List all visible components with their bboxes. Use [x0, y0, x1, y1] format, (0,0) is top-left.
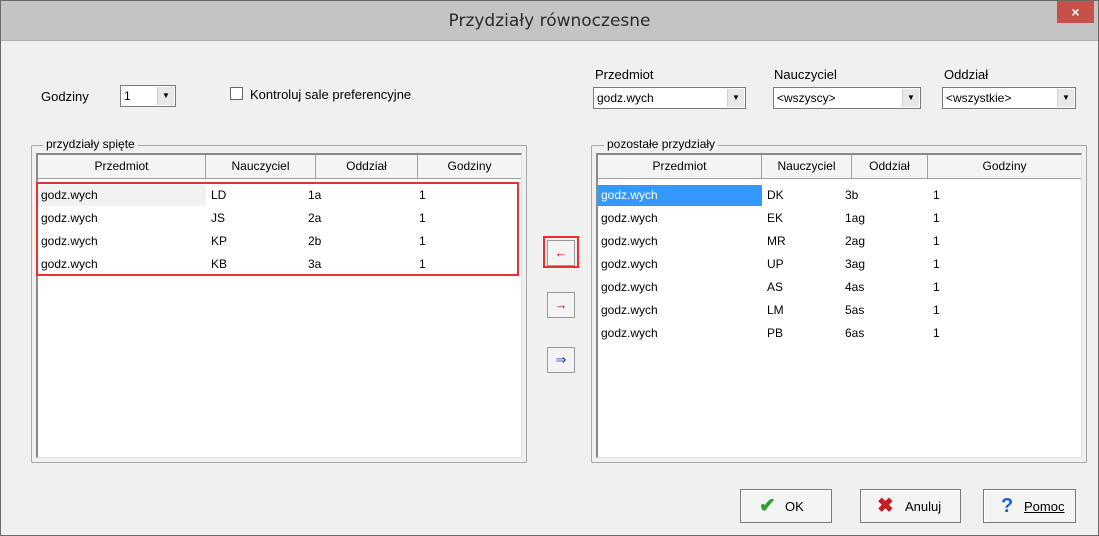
list-item-selected[interactable]: godz.wych DK 3b 1 [598, 185, 1081, 208]
cell-przedmiot: godz.wych [601, 234, 658, 248]
cell-oddzial: 3b [845, 188, 859, 202]
cell-oddzial: 4as [845, 280, 865, 294]
cell-przedmiot: godz.wych [601, 303, 658, 317]
column-header-godziny[interactable]: Godziny [418, 155, 521, 179]
cell-nauczyciel: MR [767, 234, 786, 248]
cell-godziny: 1 [933, 303, 940, 317]
cell-godziny: 1 [933, 188, 940, 202]
pozostale-przydzialy-title: pozostałe przydziały [604, 137, 719, 151]
checkmark-icon: ✔ [759, 495, 776, 517]
cell-przedmiot: godz.wych [601, 211, 658, 225]
godziny-select[interactable]: 1 ▼ [120, 85, 176, 107]
list-item[interactable]: godz.wych UP 3ag 1 [598, 254, 1081, 277]
cell-nauczyciel: DK [767, 188, 784, 202]
window-title: Przydziały równoczesne [448, 11, 651, 31]
move-left-button[interactable]: ← [547, 240, 575, 266]
godziny-label: Godziny [41, 89, 89, 104]
x-icon: ✖ [877, 495, 894, 517]
oddzial-filter-label: Oddział [944, 67, 989, 82]
list-item[interactable]: godz.wych EK 1ag 1 [598, 208, 1081, 231]
przydzialy-spiete-title: przydziały spięte [43, 137, 138, 151]
cell-godziny: 1 [933, 234, 940, 248]
help-button[interactable]: ? Pomoc [983, 489, 1076, 523]
oddzial-filter-select[interactable]: <wszystkie> ▼ [942, 87, 1076, 109]
cell-oddzial: 5as [845, 303, 865, 317]
list-header: Przedmiot Nauczyciel Oddział Godziny [38, 155, 521, 179]
arrow-right-icon: → [554, 297, 568, 312]
kontroluj-sale-label: Kontroluj sale preferencyjne [250, 87, 412, 102]
list-item[interactable]: godz.wych AS 4as 1 [598, 277, 1081, 300]
nauczyciel-filter-select[interactable]: <wszyscy> ▼ [773, 87, 921, 109]
cell-godziny: 1 [933, 211, 940, 225]
cell-oddzial: 2ag [845, 234, 866, 248]
arrow-left-icon: ← [554, 245, 568, 260]
nauczyciel-filter-value: <wszyscy> [777, 91, 836, 105]
cancel-button-label: Anuluj [905, 499, 942, 514]
column-header-przedmiot[interactable]: Przedmiot [598, 155, 762, 179]
question-mark-icon: ? [1001, 495, 1014, 517]
ok-button-label: OK [785, 499, 804, 514]
ok-button[interactable]: ✔ OK [740, 489, 832, 523]
nauczyciel-filter-label: Nauczyciel [774, 67, 837, 82]
cell-godziny: 1 [933, 326, 940, 340]
chevron-down-icon[interactable]: ▼ [157, 87, 174, 105]
column-header-nauczyciel[interactable]: Nauczyciel [762, 155, 852, 179]
chevron-down-icon[interactable]: ▼ [1057, 89, 1074, 107]
cell-oddzial: 3ag [845, 257, 866, 271]
close-button[interactable]: × [1057, 1, 1094, 23]
help-button-label: Pomoc [1024, 499, 1065, 514]
chevron-down-icon[interactable]: ▼ [902, 89, 919, 107]
godziny-value: 1 [124, 89, 131, 103]
cell-nauczyciel: LM [767, 303, 784, 317]
kontroluj-sale-checkbox[interactable] [230, 87, 243, 100]
move-right-button[interactable]: → [547, 292, 575, 318]
cell-przedmiot: godz.wych [601, 326, 658, 340]
move-all-right-button[interactable]: ⇒ [547, 347, 575, 373]
close-icon: × [1071, 4, 1080, 20]
list-item[interactable]: godz.wych PB 6as 1 [598, 323, 1081, 346]
cell-przedmiot: godz.wych [601, 188, 658, 202]
column-header-nauczyciel[interactable]: Nauczyciel [206, 155, 316, 179]
cell-nauczyciel: UP [767, 257, 784, 271]
przedmiot-filter-select[interactable]: godz.wych ▼ [593, 87, 746, 109]
cell-godziny: 1 [933, 280, 940, 294]
cell-nauczyciel: EK [767, 211, 784, 225]
list-item[interactable]: godz.wych MR 2ag 1 [598, 231, 1081, 254]
cell-oddzial: 6as [845, 326, 865, 340]
dialog-window: Przydziały równoczesne × Godziny 1 ▼ Kon… [0, 0, 1099, 536]
double-arrow-right-icon: ⇒ [555, 352, 567, 367]
cell-godziny: 1 [933, 257, 940, 271]
cell-przedmiot: godz.wych [601, 280, 658, 294]
column-header-godziny[interactable]: Godziny [928, 155, 1081, 179]
column-header-przedmiot[interactable]: Przedmiot [38, 155, 206, 179]
highlight-annotation-box [36, 182, 519, 276]
pozostale-przydzialy-list[interactable]: Przedmiot Nauczyciel Oddział Godziny god… [596, 153, 1082, 458]
przedmiot-filter-label: Przedmiot [595, 67, 654, 82]
cell-nauczyciel: AS [767, 280, 784, 294]
column-header-oddzial[interactable]: Oddział [316, 155, 418, 179]
cancel-button[interactable]: ✖ Anuluj [860, 489, 961, 523]
column-header-oddzial[interactable]: Oddział [852, 155, 928, 179]
list-item[interactable]: godz.wych LM 5as 1 [598, 300, 1081, 323]
cell-nauczyciel: PB [767, 326, 784, 340]
title-bar[interactable]: Przydziały równoczesne × [1, 1, 1098, 41]
chevron-down-icon[interactable]: ▼ [727, 89, 744, 107]
list-header: Przedmiot Nauczyciel Oddział Godziny [598, 155, 1081, 179]
przedmiot-filter-value: godz.wych [597, 91, 654, 105]
oddzial-filter-value: <wszystkie> [946, 91, 1012, 105]
cell-przedmiot: godz.wych [601, 257, 658, 271]
cell-oddzial: 1ag [845, 211, 866, 225]
